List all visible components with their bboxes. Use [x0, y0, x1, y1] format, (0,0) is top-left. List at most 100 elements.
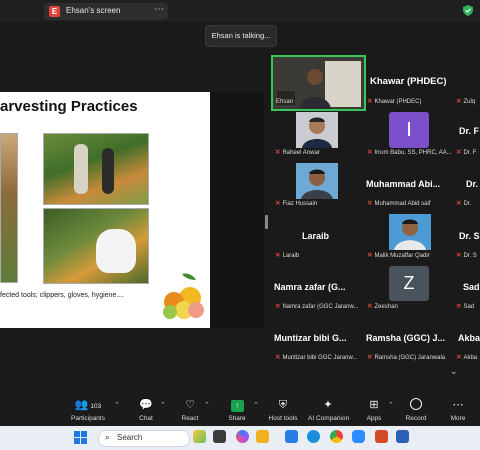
tile-name-dr-s: Dr. S	[459, 231, 480, 241]
muted-mic-icon: ✕	[456, 252, 462, 259]
tile-name-muntizar: Muntizar bibi G...	[274, 333, 347, 343]
active-speaker-banner: Ehsan is talking...	[205, 25, 277, 47]
tile-label-zulq: ✕ Zulq	[456, 98, 476, 105]
windows-start-icon[interactable]	[74, 431, 87, 444]
apps-caret-icon[interactable]: ⌃	[388, 401, 394, 409]
search-label: Search	[117, 433, 143, 442]
share-caret-icon[interactable]: ⌃	[253, 401, 259, 409]
zoom-app-icon[interactable]	[352, 430, 365, 443]
owner-initial-badge: E	[49, 6, 60, 17]
participants-button[interactable]: 👥 103 Participants	[68, 398, 108, 422]
participants-label: Participants	[71, 415, 105, 422]
muted-mic-icon: ✕	[367, 149, 373, 156]
tile-name-sad: Sad	[463, 282, 480, 292]
tile-name-ramsha: Ramsha (GGC) J...	[366, 333, 446, 343]
muted-mic-icon: ✕	[456, 98, 462, 105]
tile-name-namra: Namra zafar (G...	[274, 282, 346, 292]
file-explorer-icon[interactable]	[256, 430, 269, 443]
more-button[interactable]: ⋯ More	[438, 398, 478, 422]
share-icon: ↑	[217, 398, 257, 412]
gallery-scroll-down-icon[interactable]: ⌄	[450, 366, 458, 377]
participant-photo-raheel	[296, 112, 338, 148]
tile-label-sad: ✕ Sad	[456, 303, 475, 310]
participants-count: 103	[90, 403, 102, 410]
chat-label: Chat	[139, 415, 153, 422]
muted-mic-icon: ✕	[367, 252, 373, 259]
powerpoint-icon[interactable]	[375, 430, 388, 443]
chat-caret-icon[interactable]: ⌃	[160, 401, 166, 409]
slide-caption: fected tools; clippers, gloves, hygiene.…	[0, 292, 125, 299]
chrome-icon[interactable]	[330, 430, 343, 443]
sparkle-icon: ✦	[323, 399, 333, 411]
react-caret-icon[interactable]: ⌃	[204, 401, 210, 409]
tile-label-irrum: ✕ Irrum Babu, SS, PHRC, AA...	[367, 149, 452, 156]
mail-icon[interactable]	[285, 430, 298, 443]
panel-resize-handle[interactable]	[265, 215, 268, 229]
tile-label-zeeshan: ✕ Zeeshan	[367, 303, 398, 310]
participant-photo-fiaz	[296, 163, 338, 199]
muted-mic-icon: ✕	[275, 303, 281, 310]
active-speaker-tile[interactable]: Ehsan	[271, 55, 366, 111]
slide-photo-gloved-picking	[43, 208, 149, 284]
tile-name-muhammad: Muhammad Abi...	[366, 179, 441, 189]
apps-label: Apps	[366, 415, 382, 422]
search-icon: ⌕	[105, 432, 111, 442]
tile-label-malik: ✕ Malik Muzaffar Qadir	[367, 252, 430, 259]
tile-label-namra: ✕ Namra zafar (GGC Jaranw...	[275, 303, 359, 310]
muted-mic-icon: ✕	[275, 252, 281, 259]
muted-mic-icon: ✕	[275, 354, 281, 361]
muted-mic-icon: ✕	[367, 98, 373, 105]
tile-name-dr: Dr.	[466, 179, 479, 189]
host-tools-button[interactable]: ⛨ Host tools	[263, 398, 303, 422]
screen-owner-label: Ehsan's screen	[66, 6, 121, 15]
record-button[interactable]: Record	[396, 398, 436, 422]
muted-mic-icon: ✕	[275, 200, 281, 207]
share-label: Share	[228, 415, 246, 422]
participants-caret-icon[interactable]: ⌃	[114, 401, 120, 409]
taskbar-search-box[interactable]: ⌕ Search	[98, 430, 190, 447]
react-label: React	[181, 415, 199, 422]
tile-name-dr-f: Dr. F	[459, 126, 480, 136]
host-shield-icon: ⛨	[278, 399, 288, 411]
share-button[interactable]: ↑ Share	[217, 398, 257, 422]
muted-mic-icon: ✕	[367, 200, 373, 207]
participants-icon: 👥 103	[74, 399, 102, 411]
edge-browser-icon[interactable]	[307, 430, 320, 443]
tile-label-ramsha: ✕ Ramsha (GGC) Jaranwala	[367, 354, 446, 361]
muted-mic-icon: ✕	[456, 200, 462, 207]
tile-label-raheel: ✕ Raheel Anwar	[275, 149, 320, 156]
tile-label-laraib: ✕ Laraib	[275, 252, 300, 259]
muted-mic-icon: ✕	[456, 303, 462, 310]
ai-companion-button[interactable]: ✦ AI Companion	[308, 398, 350, 422]
more-dots-icon: ⋯	[452, 399, 464, 411]
encryption-shield-icon[interactable]	[463, 5, 473, 16]
tile-label-dr: ✕ Dr.	[456, 200, 472, 207]
tile-label-dr-f: ✕ Dr. F	[456, 149, 477, 156]
tile-name-khawar: Khawar (PHDEC)	[370, 76, 447, 87]
avatar-irrum: I	[389, 112, 429, 148]
slide-title: arvesting Practices	[0, 98, 138, 115]
task-view-icon[interactable]	[213, 430, 226, 443]
muted-mic-icon: ✕	[367, 354, 373, 361]
muted-mic-icon: ✕	[367, 303, 373, 310]
muted-mic-icon: ✕	[456, 354, 462, 361]
tile-label-khawar: ✕ Khawar (PHDEC)	[367, 98, 422, 105]
tile-label-akba: ✕ Akba	[456, 354, 478, 361]
more-options-icon[interactable]: ⋯	[154, 4, 164, 15]
ai-companion-label: AI Companion	[308, 415, 350, 422]
tile-label-dr-s: ✕ Dr. S	[456, 252, 477, 259]
tile-label-fiaz: ✕ Fiaz Hussain	[275, 200, 318, 207]
shared-screen-margin	[210, 92, 264, 328]
tile-name-akba: Akba	[458, 333, 480, 343]
tile-label-muntizar: ✕ Muntizar bibi GGC Jaranw...	[275, 354, 358, 361]
widgets-icon[interactable]	[193, 430, 206, 443]
screen-share-indicator[interactable]: E Ehsan's screen ⋯	[44, 3, 168, 20]
word-icon[interactable]	[396, 430, 409, 443]
speaker-name: Ehsan	[276, 99, 294, 105]
muted-mic-icon: ✕	[275, 149, 281, 156]
copilot-icon[interactable]	[236, 430, 249, 443]
record-label: Record	[405, 415, 427, 422]
record-icon	[396, 398, 436, 412]
slide-photo-ladder	[0, 133, 18, 283]
citrus-fruit-illustration	[163, 273, 204, 319]
